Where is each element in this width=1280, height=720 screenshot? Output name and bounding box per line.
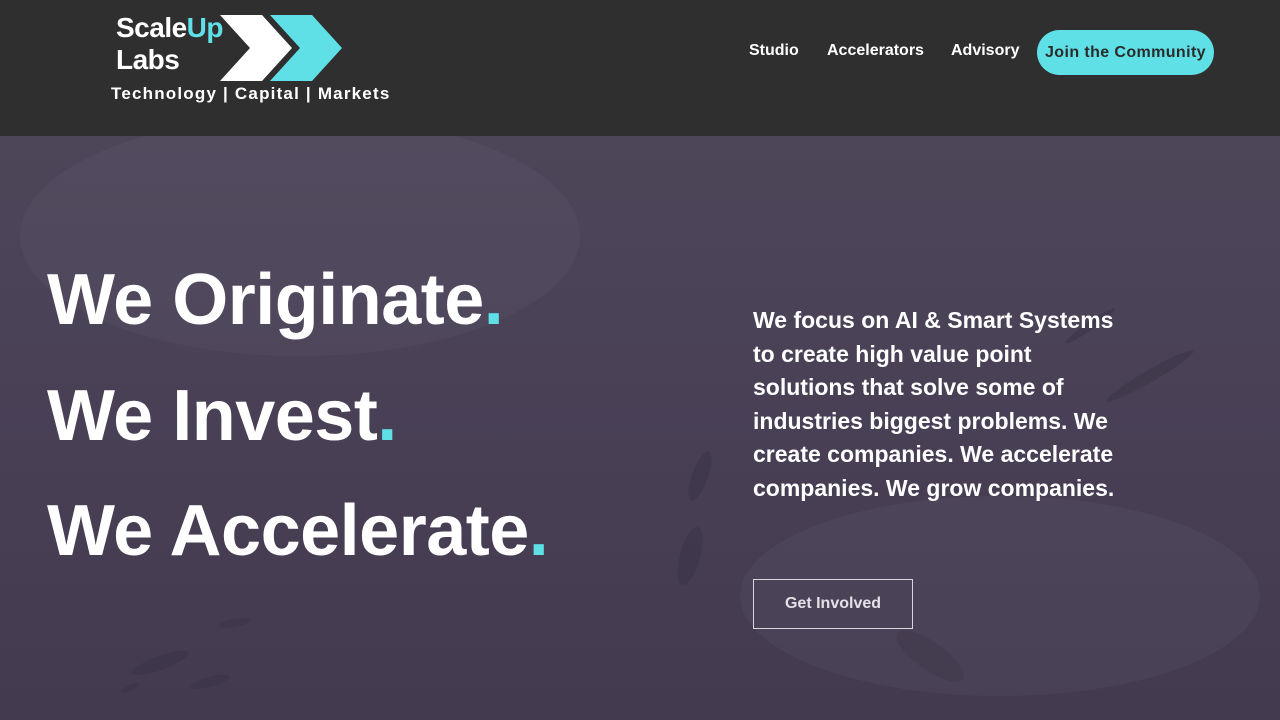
join-community-button[interactable]: Join the Community bbox=[1037, 30, 1214, 75]
nav-accelerators[interactable]: Accelerators bbox=[827, 42, 924, 60]
headline-originate: We Originate. bbox=[47, 260, 504, 340]
get-involved-button[interactable]: Get Involved bbox=[753, 579, 913, 629]
logo-word-labs: Labs bbox=[116, 44, 180, 75]
logo-word-scale: Scale bbox=[116, 12, 187, 43]
headline-originate-dot: . bbox=[483, 260, 504, 340]
logo-word-up: Up bbox=[186, 12, 224, 43]
site-header: ScaleUp Labs Technology | Capital | Mark… bbox=[0, 0, 1280, 136]
chevron-logo-icon bbox=[220, 15, 342, 81]
headline-invest: We Invest. bbox=[47, 376, 397, 456]
headline-originate-text: We Originate bbox=[47, 260, 484, 340]
brand-logo[interactable]: ScaleUp Labs Technology | Capital | Mark… bbox=[111, 10, 412, 110]
headline-accelerate-dot: . bbox=[528, 491, 549, 571]
logo-wordmark: ScaleUp Labs bbox=[116, 12, 224, 76]
brand-tagline: Technology | Capital | Markets bbox=[111, 84, 391, 103]
headline-accelerate: We Accelerate. bbox=[47, 491, 549, 571]
hero-description: We focus on AI & Smart Systems to create… bbox=[753, 307, 1115, 501]
hero-section: We Originate. We Invest. We Accelerate. … bbox=[0, 136, 1280, 720]
nav-studio[interactable]: Studio bbox=[749, 42, 799, 60]
headline-invest-dot: . bbox=[377, 376, 397, 456]
headline-accelerate-text: We Accelerate bbox=[47, 491, 529, 571]
headline-invest-text: We Invest bbox=[47, 376, 378, 456]
nav-advisory[interactable]: Advisory bbox=[951, 42, 1019, 60]
